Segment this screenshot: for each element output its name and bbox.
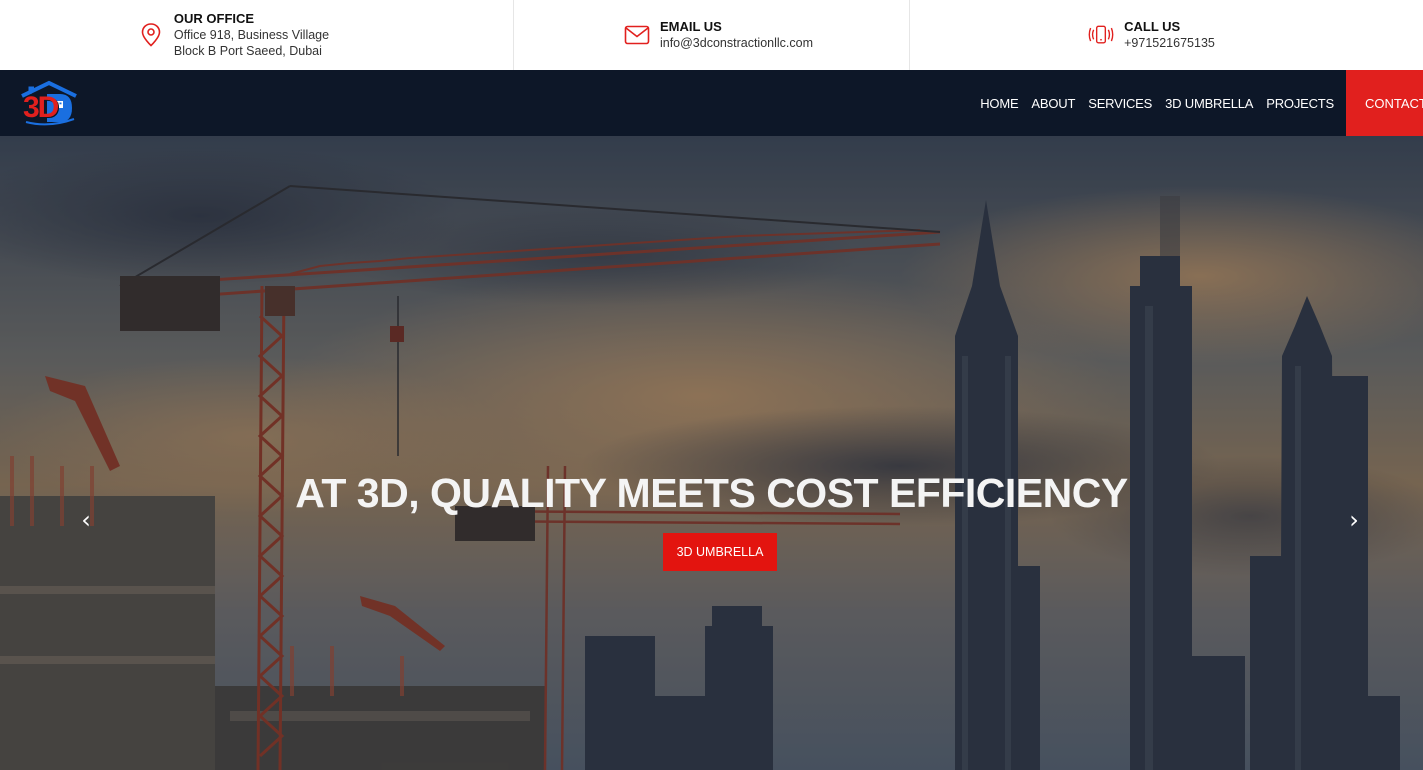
office-address-line1: Office 918, Business Village bbox=[173, 28, 330, 42]
slider-next-arrow-icon[interactable]: › bbox=[1344, 506, 1364, 534]
nav-home[interactable]: HOME bbox=[980, 96, 1018, 111]
phone-number[interactable]: +971521675135 bbox=[1124, 35, 1215, 51]
office-info: OUR OFFICE Office 918, Business Village … bbox=[0, 0, 514, 70]
envelope-icon bbox=[624, 22, 650, 48]
hero-dark-overlay bbox=[0, 136, 1423, 770]
nav-contact-button[interactable]: CONTACT bbox=[1346, 70, 1423, 136]
office-address-line2: Block B Port Saeed, Dubai bbox=[173, 44, 322, 58]
nav-about[interactable]: ABOUT bbox=[1031, 96, 1075, 111]
nav-projects[interactable]: PROJECTS bbox=[1266, 96, 1334, 111]
email-info: EMAIL US info@3dconstractionllc.com bbox=[514, 0, 910, 70]
top-info-bar: OUR OFFICE Office 918, Business Village … bbox=[0, 0, 1423, 70]
slider-prev-arrow-icon[interactable]: ‹ bbox=[76, 506, 96, 534]
logo[interactable]: 3D bbox=[20, 79, 78, 127]
nav-services[interactable]: SERVICES bbox=[1088, 96, 1152, 111]
office-heading: OUR OFFICE bbox=[173, 11, 255, 26]
hero-title: AT 3D, QUALITY MEETS COST EFFICIENCY bbox=[295, 470, 1128, 516]
nav-links: HOME ABOUT SERVICES 3D UMBRELLA PROJECTS bbox=[980, 70, 1334, 136]
logo-text: 3D bbox=[23, 91, 59, 124]
nav-3d-umbrella[interactable]: 3D UMBRELLA bbox=[1165, 96, 1253, 111]
location-pin-icon bbox=[138, 22, 164, 48]
email-heading: EMAIL US bbox=[659, 19, 722, 34]
vibrating-phone-icon bbox=[1088, 22, 1114, 48]
hero-3d-umbrella-button[interactable]: 3D UMBRELLA bbox=[663, 533, 777, 571]
hero-slider: AT 3D, QUALITY MEETS COST EFFICIENCY 3D … bbox=[0, 136, 1423, 770]
main-navbar: 3D HOME ABOUT SERVICES 3D UMBRELLA PROJE… bbox=[0, 70, 1423, 136]
email-address[interactable]: info@3dconstractionllc.com bbox=[660, 35, 813, 51]
call-info: CALL US +971521675135 bbox=[910, 0, 1423, 70]
call-heading: CALL US bbox=[1124, 19, 1181, 34]
